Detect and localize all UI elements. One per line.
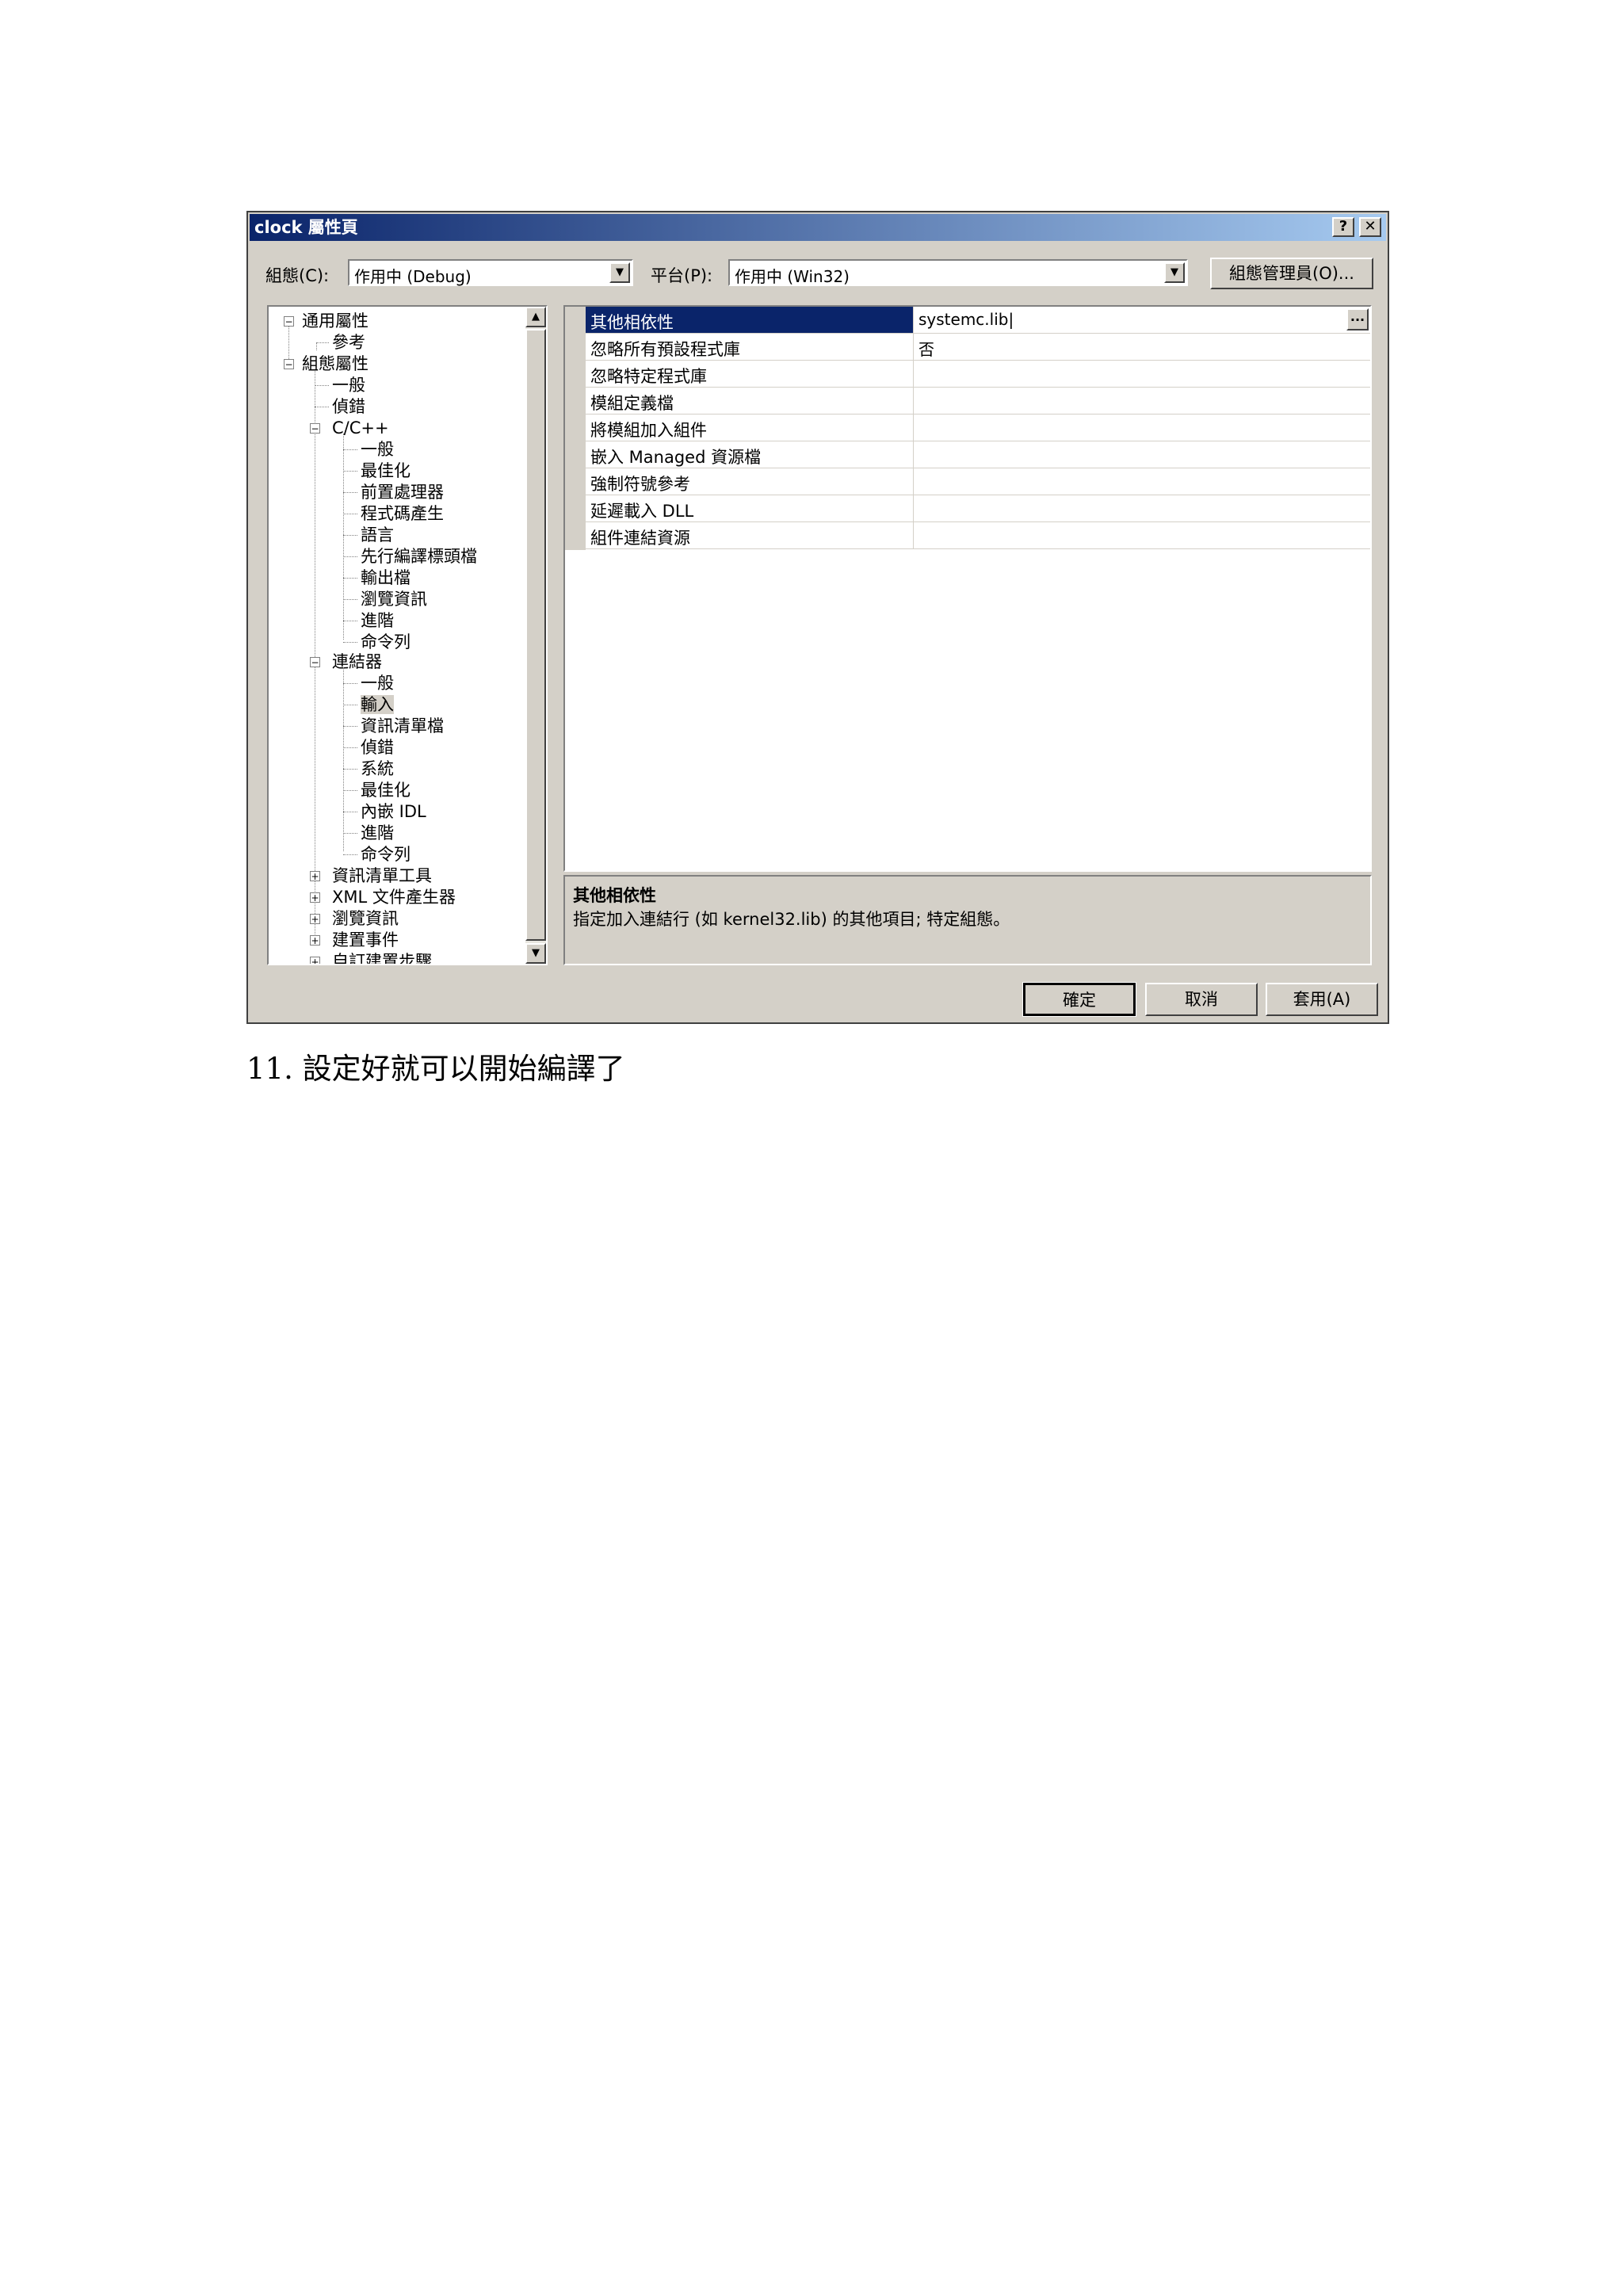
collapse-icon[interactable]: −	[284, 359, 294, 369]
tree-item-bottom-1[interactable]: XML 文件產生器	[332, 888, 456, 907]
tree-item-cpp-4[interactable]: 語言	[361, 525, 394, 544]
property-name: 忽略所有預設程式庫	[590, 340, 740, 359]
config-manager-button[interactable]: 組態管理員(O)...	[1210, 258, 1373, 289]
scroll-thumb[interactable]	[525, 329, 546, 941]
expand-icon[interactable]: +	[310, 892, 320, 903]
tree-item-linker-5[interactable]: 最佳化	[361, 781, 411, 800]
expand-icon[interactable]: +	[310, 871, 320, 881]
tree-item-cpp-7[interactable]: 瀏覽資訊	[361, 590, 427, 609]
property-row[interactable]: 其他相依性 systemc.lib|...	[586, 307, 1370, 334]
tree-item-cpp-2[interactable]: 前置處理器	[361, 483, 444, 502]
platform-select-value: 作用中 (Win32)	[735, 267, 850, 286]
tree-scrollbar[interactable]: ▲ ▼	[525, 307, 546, 964]
category-tree[interactable]: − 通用屬性 參考 − 組態屬性 一般 偵錯 − C/C++ 一般 最佳化 前置處理…	[267, 305, 548, 965]
property-row[interactable]: 將模組加入組件	[586, 415, 1370, 441]
tree-item-debugging[interactable]: 偵錯	[332, 397, 365, 416]
platform-label: 平台(P):	[651, 266, 713, 285]
scroll-up-icon[interactable]: ▲	[525, 307, 546, 327]
tree-item-linker-0[interactable]: 一般	[361, 674, 394, 693]
tree-item-bottom-4[interactable]: 自訂建置步驟	[332, 952, 432, 964]
tree-item-reference[interactable]: 參考	[332, 333, 365, 352]
tree-item-cpp-6[interactable]: 輸出檔	[361, 568, 411, 587]
expand-icon[interactable]: +	[310, 914, 320, 924]
tree-item-bottom-2[interactable]: 瀏覽資訊	[332, 909, 399, 928]
window-title: clock 屬性頁	[254, 218, 358, 237]
tree-item-cpp-8[interactable]: 進階	[361, 611, 394, 630]
tree-item-cpp-1[interactable]: 最佳化	[361, 461, 411, 480]
tree-item-common-props[interactable]: 通用屬性	[302, 311, 369, 330]
property-row[interactable]: 忽略特定程式庫	[586, 361, 1370, 388]
tree-item-linker-3[interactable]: 偵錯	[361, 738, 394, 757]
property-row[interactable]: 忽略所有預設程式庫 否	[586, 334, 1370, 361]
tree-item-cpp-9[interactable]: 命令列	[361, 632, 411, 651]
apply-button[interactable]: 套用(A)	[1266, 983, 1378, 1016]
expand-icon[interactable]: +	[310, 957, 320, 964]
property-grid[interactable]: 其他相依性 systemc.lib|... 忽略所有預設程式庫 否忽略特定程式庫 模組定…	[563, 305, 1372, 872]
property-pages-dialog: clock 屬性頁 ? ✕ 組態(C): 作用中 (Debug) ▼ 平台(P)…	[246, 211, 1389, 1024]
property-name: 忽略特定程式庫	[590, 367, 707, 386]
collapse-icon[interactable]: −	[310, 423, 320, 434]
step-caption: 11. 設定好就可以開始編譯了	[246, 1052, 625, 1086]
config-select-value: 作用中 (Debug)	[354, 267, 472, 286]
tree-item-linker-8[interactable]: 命令列	[361, 845, 411, 864]
tree-item-linker-1[interactable]: 輸入	[361, 695, 394, 714]
property-name: 其他相依性	[590, 313, 674, 332]
description-panel: 其他相依性 指定加入連結行 (如 kernel32.lib) 的其他項目; 特定…	[563, 875, 1372, 965]
tree-item-cpp-5[interactable]: 先行編譯標頭檔	[361, 547, 477, 566]
tree-item-cpp-3[interactable]: 程式碼產生	[361, 504, 444, 523]
tree-item-cpp-0[interactable]: 一般	[361, 440, 394, 459]
config-label: 組態(C):	[265, 266, 330, 285]
description-text: 指定加入連結行 (如 kernel32.lib) 的其他項目; 特定組態。	[573, 910, 1010, 929]
cancel-button[interactable]: 取消	[1145, 983, 1258, 1016]
chevron-down-icon[interactable]: ▼	[609, 262, 630, 283]
collapse-icon[interactable]: −	[310, 657, 320, 667]
property-row[interactable]: 模組定義檔	[586, 388, 1370, 415]
tree-item-linker-6[interactable]: 內嵌 IDL	[361, 802, 426, 821]
platform-select[interactable]: 作用中 (Win32) ▼	[728, 259, 1188, 286]
scroll-down-icon[interactable]: ▼	[525, 943, 546, 964]
property-value[interactable]: 否	[918, 337, 934, 360]
property-row[interactable]: 延遲載入 DLL	[586, 495, 1370, 522]
collapse-icon[interactable]: −	[284, 316, 294, 327]
tree-item-general[interactable]: 一般	[332, 376, 365, 395]
property-value[interactable]: systemc.lib|	[918, 310, 1014, 329]
tree-item-linker-2[interactable]: 資訊清單檔	[361, 716, 444, 735]
property-name: 延遲載入 DLL	[590, 502, 694, 521]
tree-item-linker[interactable]: 連結器	[332, 652, 382, 671]
expand-icon[interactable]: +	[310, 935, 320, 946]
property-name: 強制符號參考	[590, 475, 690, 494]
title-bar[interactable]: clock 屬性頁 ? ✕	[250, 214, 1386, 241]
ellipsis-button[interactable]: ...	[1346, 308, 1369, 330]
property-row[interactable]: 嵌入 Managed 資源檔	[586, 441, 1370, 468]
ok-button[interactable]: 確定	[1022, 982, 1136, 1017]
property-row[interactable]: 組件連結資源	[586, 522, 1370, 549]
property-name: 組件連結資源	[590, 529, 690, 548]
tree-item-bottom-0[interactable]: 資訊清單工具	[332, 866, 432, 885]
property-row[interactable]: 強制符號參考	[586, 468, 1370, 495]
tree-item-linker-4[interactable]: 系統	[361, 759, 394, 778]
property-name: 嵌入 Managed 資源檔	[590, 448, 762, 467]
help-button[interactable]: ?	[1332, 217, 1354, 237]
close-button[interactable]: ✕	[1359, 217, 1381, 237]
tree-item-cpp[interactable]: C/C++	[332, 418, 389, 437]
tree-item-bottom-3[interactable]: 建置事件	[332, 930, 399, 949]
chevron-down-icon[interactable]: ▼	[1164, 262, 1185, 283]
config-select[interactable]: 作用中 (Debug) ▼	[348, 259, 633, 286]
description-title: 其他相依性	[573, 886, 656, 905]
property-name: 將模組加入組件	[590, 421, 707, 440]
tree-item-config-props[interactable]: 組態屬性	[302, 354, 369, 373]
tree-item-linker-7[interactable]: 進階	[361, 823, 394, 842]
property-name: 模組定義檔	[590, 394, 674, 413]
